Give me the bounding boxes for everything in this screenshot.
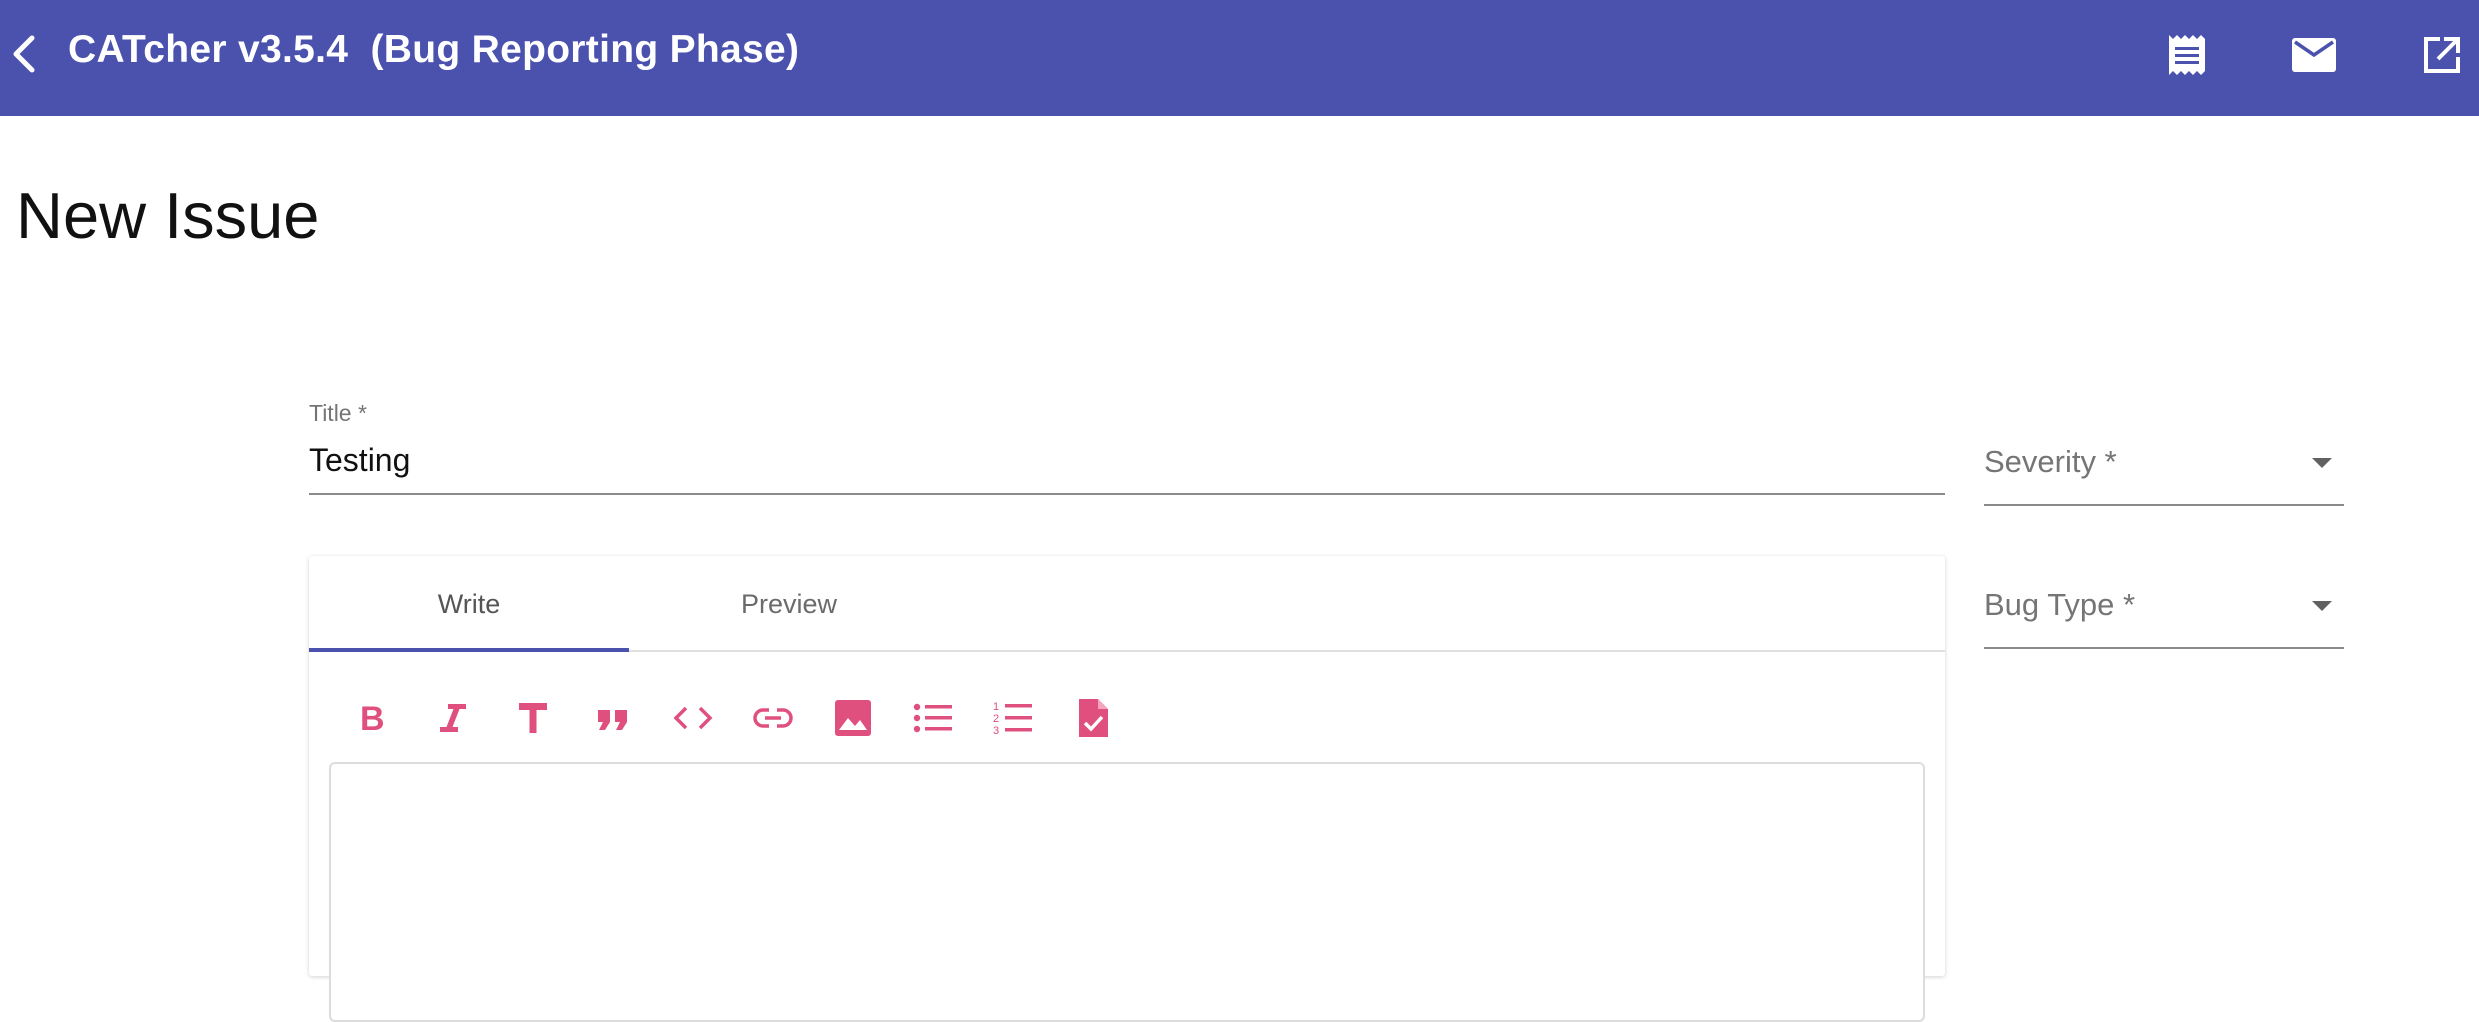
quote-icon[interactable] xyxy=(585,690,641,746)
svg-text:2: 2 xyxy=(993,713,999,725)
svg-text:3: 3 xyxy=(993,725,999,737)
bulleted-list-icon[interactable] xyxy=(905,690,961,746)
title-input[interactable] xyxy=(309,439,1945,481)
severity-label: Severity * xyxy=(1984,444,2117,479)
severity-select[interactable]: Severity * xyxy=(1984,444,2344,506)
page-title: New Issue xyxy=(16,179,320,252)
svg-text:B: B xyxy=(360,700,385,738)
chevron-left-icon xyxy=(10,34,38,79)
open-in-new-icon[interactable] xyxy=(2417,30,2467,80)
description-textarea[interactable] xyxy=(329,762,1925,1022)
bold-icon[interactable]: B xyxy=(345,690,401,746)
task-list-icon[interactable] xyxy=(1065,690,1121,746)
bug-type-select[interactable]: Bug Type * xyxy=(1984,587,2344,649)
tab-preview[interactable]: Preview xyxy=(629,556,949,652)
title-field[interactable]: Title * xyxy=(309,400,1945,495)
mail-icon[interactable] xyxy=(2289,30,2339,80)
description-editor: Write Preview B 1 2 3 xyxy=(309,556,1945,1022)
title-underline xyxy=(309,493,1945,495)
dropdown-arrow-icon xyxy=(2312,458,2332,468)
image-icon[interactable] xyxy=(825,690,881,746)
editor-tab-bar: Write Preview xyxy=(309,556,1945,652)
dropdown-arrow-icon xyxy=(2312,601,2332,611)
italic-icon[interactable] xyxy=(425,690,481,746)
app-toolbar: CATcher v3.5.4 (Bug Reporting Phase) xyxy=(0,0,2479,116)
back-button[interactable] xyxy=(4,30,44,82)
app-title: CATcher v3.5.4 (Bug Reporting Phase) xyxy=(68,28,800,71)
title-label: Title * xyxy=(309,400,367,426)
bug-type-label: Bug Type * xyxy=(1984,587,2136,622)
svg-text:1: 1 xyxy=(993,701,999,713)
numbered-list-icon[interactable]: 1 2 3 xyxy=(985,690,1041,746)
code-icon[interactable] xyxy=(665,690,721,746)
link-icon[interactable] xyxy=(745,690,801,746)
active-tab-indicator xyxy=(309,648,629,652)
receipt-icon[interactable] xyxy=(2162,30,2212,80)
heading-icon[interactable] xyxy=(505,690,561,746)
tab-write[interactable]: Write xyxy=(309,556,629,652)
